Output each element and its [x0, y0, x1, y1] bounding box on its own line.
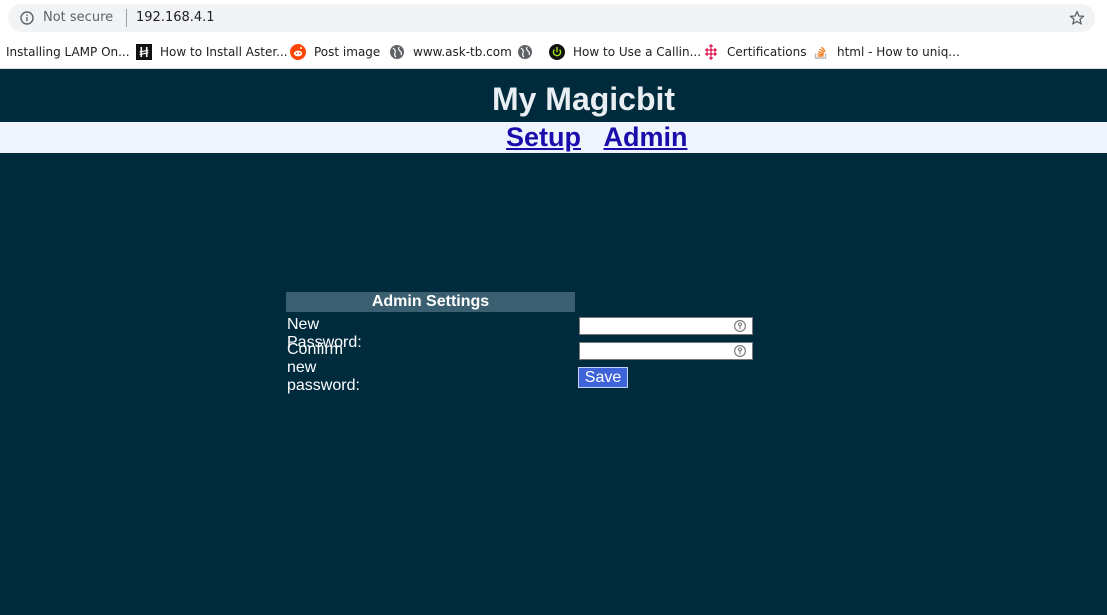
confirm-password-label: Confirm new password:: [287, 341, 360, 394]
nav-link-setup[interactable]: Setup: [506, 122, 581, 152]
star-icon[interactable]: [1069, 10, 1085, 26]
confirm-password-input[interactable]: [579, 342, 753, 360]
password-manager-icon[interactable]: [734, 345, 746, 357]
globe-icon: [390, 45, 404, 59]
admin-settings-header: Admin Settings: [286, 292, 575, 312]
bookmark-item[interactable]: html - How to uniq...: [813, 43, 960, 61]
security-status[interactable]: Not secure: [43, 10, 113, 25]
page-title: My Magicbit: [491, 81, 676, 117]
bookmark-label: html - How to uniq...: [837, 45, 960, 59]
bookmark-label: www.ask-tb.com: [413, 45, 512, 59]
password-manager-icon[interactable]: [734, 320, 746, 332]
reddit-icon: [290, 44, 306, 60]
bookmark-item[interactable]: [517, 43, 541, 61]
new-password-input[interactable]: [579, 317, 753, 335]
diamond-grid-icon: [704, 44, 718, 60]
nav-bar: Setup Admin: [0, 122, 1107, 153]
bookmark-label: Installing LAMP On...: [6, 45, 130, 59]
omnibox[interactable]: Not secure 192.168.4.1: [8, 4, 1095, 32]
info-icon[interactable]: [20, 11, 34, 25]
save-button[interactable]: Save: [578, 367, 628, 388]
h-icon: [136, 44, 152, 60]
url-text[interactable]: 192.168.4.1: [136, 10, 215, 25]
bookmark-item[interactable]: How to Use a Callin...: [549, 43, 701, 61]
bookmark-item[interactable]: Post image: [290, 43, 380, 61]
nav-links: Setup Admin: [506, 122, 705, 153]
bookmark-label: Certifications: [727, 45, 807, 59]
stackoverflow-icon: [814, 46, 827, 59]
bookmark-item[interactable]: www.ask-tb.com: [389, 43, 512, 61]
address-bar-row: Not secure 192.168.4.1: [0, 0, 1107, 37]
bookmark-item[interactable]: Certifications: [703, 43, 806, 61]
bookmark-item[interactable]: Installing LAMP On...: [6, 43, 130, 61]
omnibox-divider: [126, 9, 127, 27]
power-icon: [549, 44, 565, 60]
page-body: My Magicbit Setup Admin Admin Settings N…: [0, 69, 1107, 615]
bookmarks-bar: Installing LAMP On... How to Install Ast…: [0, 37, 1107, 69]
bookmark-label: Post image: [314, 45, 381, 59]
bookmark-label: How to Install Aster...: [160, 45, 288, 59]
bookmark-item[interactable]: How to Install Aster...: [136, 43, 288, 61]
bookmark-label: How to Use a Callin...: [573, 45, 702, 59]
globe-icon: [518, 45, 532, 59]
nav-link-admin[interactable]: Admin: [603, 122, 687, 152]
